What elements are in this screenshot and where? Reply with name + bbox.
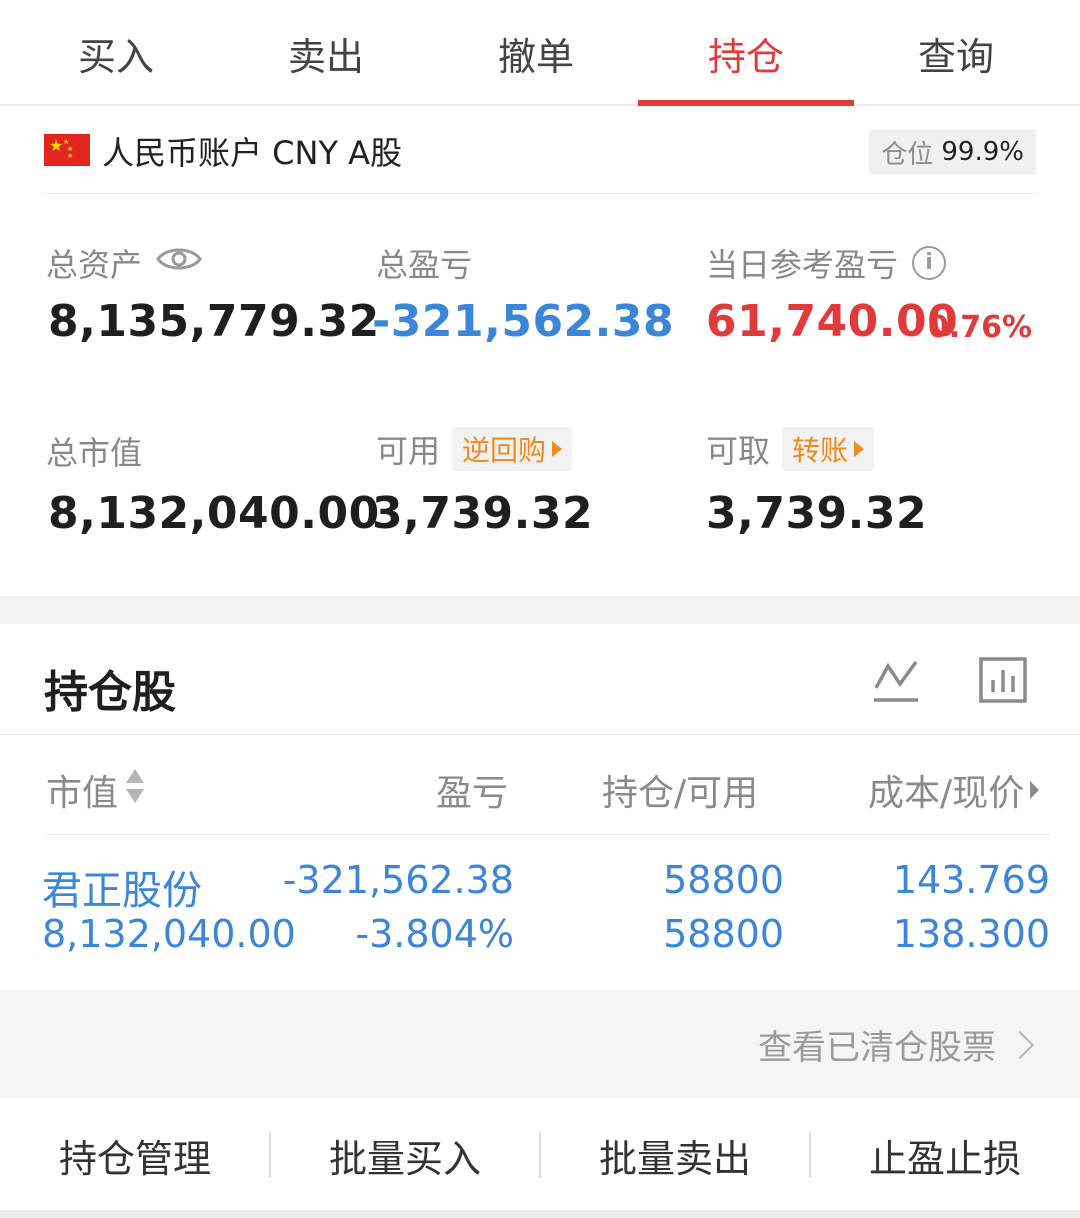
column-cost-price[interactable]: 成本/现价 [868, 764, 1040, 816]
daily-pnl-label-group: 当日参考盈亏 i [706, 240, 947, 286]
daily-pnl-value: 61,740.00 [706, 296, 959, 347]
triangle-right-icon [552, 441, 563, 457]
column-market-value-label: 市值 [46, 773, 119, 814]
batch-buy-button[interactable]: 批量买入 [270, 1098, 540, 1212]
daily-pnl-label: 当日参考盈亏 [706, 246, 899, 284]
position-badge: 仓位 99.9% [869, 130, 1036, 174]
total-assets-label: 总资产 [46, 246, 143, 284]
available-label: 可用 [376, 432, 441, 470]
take-profit-stop-loss-button[interactable]: 止盈止损 [810, 1098, 1080, 1212]
withdrawable-value: 3,739.32 [706, 488, 928, 539]
tab-buy[interactable]: 买入 [8, 0, 224, 106]
divider [0, 734, 1080, 735]
tab-holdings[interactable]: 持仓 [638, 0, 854, 106]
section-divider [0, 596, 1080, 624]
column-cost-price-label: 成本/现价 [868, 773, 1025, 814]
china-flag-icon: ★ ★ ★ ★ [44, 134, 90, 166]
cleared-stocks-label: 查看已清仓股票 [758, 1028, 996, 1068]
holdings-title: 持仓股 [44, 667, 176, 718]
account-name: 人民币账户 CNY A股 [102, 134, 403, 172]
reverse-repo-label: 逆回购 [462, 434, 547, 467]
cleared-stocks-link[interactable]: 查看已清仓股票 [758, 1020, 1035, 1069]
account-row: ★ ★ ★ ★ 人民币账户 CNY A股 仓位 99.9% [44, 108, 1036, 194]
withdrawable-label-group: 可取 转账 [706, 426, 875, 472]
column-pnl[interactable]: 盈亏 [436, 764, 508, 816]
withdrawable-label: 可取 [706, 432, 771, 470]
eye-icon[interactable] [156, 244, 202, 282]
stock-pnl: -321,562.38 [282, 858, 514, 902]
bar-chart-icon[interactable] [978, 656, 1028, 708]
stock-name: 君正股份 [42, 868, 202, 914]
available-value: 3,739.32 [372, 488, 594, 539]
active-tab-indicator [638, 100, 854, 106]
total-assets-value: 8,135,779.32 [48, 296, 380, 347]
stock-pnl-percent: -3.804% [355, 912, 514, 956]
column-market-value[interactable]: 市值 [46, 764, 146, 816]
tab-cancel-order[interactable]: 撤单 [428, 0, 644, 106]
triangle-right-icon [854, 441, 865, 457]
daily-pnl-percent: 0.76% [928, 310, 1033, 345]
chevron-right-icon [1005, 1030, 1035, 1059]
position-value: 99.9% [941, 137, 1024, 167]
market-value-label: 总市值 [46, 434, 143, 472]
bottom-edge [0, 1210, 1080, 1218]
reverse-repo-button[interactable]: 逆回购 [452, 427, 573, 471]
top-tab-bar: 买入 卖出 撤单 持仓 查询 [0, 0, 1080, 106]
triangle-right-icon [1030, 781, 1040, 799]
info-icon[interactable]: i [912, 246, 947, 280]
market-value-value: 8,132,040.00 [48, 488, 380, 539]
total-assets-label-group: 总资产 [46, 240, 202, 286]
transfer-label: 转账 [792, 434, 849, 467]
stock-available: 58800 [663, 912, 784, 956]
stock-price: 138.300 [892, 912, 1050, 956]
total-pnl-label: 总盈亏 [376, 246, 473, 284]
position-label: 仓位 [881, 139, 934, 170]
divider [44, 834, 1050, 835]
line-chart-icon[interactable] [872, 656, 920, 708]
tab-query[interactable]: 查询 [848, 0, 1064, 106]
total-pnl-value: -321,562.38 [372, 296, 675, 347]
stock-cost: 143.769 [892, 858, 1050, 902]
tab-sell[interactable]: 卖出 [218, 0, 434, 106]
transfer-button[interactable]: 转账 [782, 427, 875, 471]
available-label-group: 可用 逆回购 [376, 426, 573, 472]
stock-position: 58800 [663, 858, 784, 902]
column-position-available[interactable]: 持仓/可用 [602, 764, 758, 816]
batch-sell-button[interactable]: 批量卖出 [540, 1098, 810, 1212]
manage-holdings-button[interactable]: 持仓管理 [0, 1098, 270, 1212]
bottom-action-bar: 持仓管理 批量买入 批量卖出 止盈止损 [0, 1098, 1080, 1218]
sort-icon [124, 767, 146, 814]
